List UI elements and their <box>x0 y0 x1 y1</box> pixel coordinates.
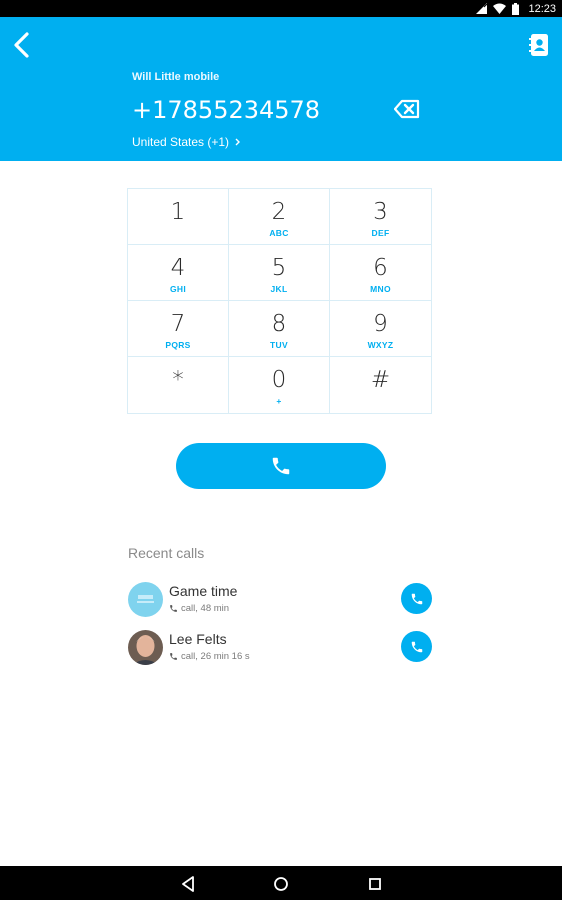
call-button[interactable] <box>176 443 386 489</box>
key-digit: 1 <box>170 199 186 225</box>
signal-icon <box>476 3 488 14</box>
key-digit: # <box>370 367 391 393</box>
recent-calls-title: Recent calls <box>128 545 205 561</box>
key-8[interactable]: 8 TUV <box>229 301 330 357</box>
phone-number-input[interactable] <box>132 93 382 127</box>
avatar <box>128 630 163 665</box>
key-5[interactable]: 5 JKL <box>229 245 330 301</box>
key-letters: DEF <box>371 228 390 238</box>
dial-keypad: 1 2 ABC 3 DEF 4 GHI 5 JKL 6 MNO 7 PQRS 8… <box>127 188 432 414</box>
key-digit: 9 <box>373 311 388 337</box>
back-icon[interactable] <box>10 31 34 59</box>
key-hash[interactable]: # <box>330 357 431 413</box>
key-digit: 4 <box>170 255 186 281</box>
phone-icon <box>411 641 422 652</box>
call-type-icon <box>170 653 177 660</box>
key-digit: 2 <box>271 199 287 225</box>
country-label: United States (+1) <box>132 135 230 149</box>
key-digit: 6 <box>373 255 388 281</box>
list-item[interactable]: Lee Felts call, 26 min 16 s <box>128 630 432 666</box>
phone-icon <box>272 457 290 475</box>
person-avatar-icon <box>128 630 163 665</box>
battery-icon <box>512 2 520 15</box>
key-4[interactable]: 4 GHI <box>128 245 229 301</box>
key-letters: TUV <box>270 340 288 350</box>
key-digit: 5 <box>271 255 287 281</box>
contact-name: Lee Felts <box>169 631 227 647</box>
key-0[interactable]: 0 + <box>229 357 330 413</box>
wifi-icon <box>493 3 507 14</box>
key-letters: ABC <box>269 228 289 238</box>
dialer-header: Will Little mobile United States (+1) <box>0 17 562 161</box>
call-type-icon <box>170 605 177 612</box>
list-item[interactable]: Game time call, 48 min <box>128 582 432 618</box>
key-digit: 8 <box>271 311 287 337</box>
key-letters: MNO <box>370 284 391 294</box>
status-bar: 12:23 <box>0 0 562 17</box>
key-letters: WXYZ <box>367 340 394 350</box>
recents-icon[interactable] <box>366 875 384 893</box>
status-icons: 12:23 <box>476 0 556 17</box>
contacts-icon[interactable] <box>528 33 550 57</box>
key-7[interactable]: 7 PQRS <box>128 301 229 357</box>
key-3[interactable]: 3 DEF <box>330 189 431 245</box>
key-letters: + <box>276 396 282 406</box>
phone-icon <box>411 593 422 604</box>
contact-name: Will Little mobile <box>132 71 220 83</box>
call-duration: call, 26 min 16 s <box>181 651 250 662</box>
key-digit: 3 <box>373 199 388 225</box>
key-letters: JKL <box>270 284 288 294</box>
home-icon[interactable] <box>272 875 290 893</box>
key-1[interactable]: 1 <box>128 189 229 245</box>
backspace-icon[interactable] <box>394 99 420 119</box>
call-back-button[interactable] <box>401 583 432 614</box>
key-digit: * <box>172 367 184 393</box>
contact-name: Game time <box>169 583 238 599</box>
key-letters: GHI <box>169 284 186 294</box>
avatar <box>128 582 163 617</box>
group-avatar-icon <box>137 595 154 603</box>
key-9[interactable]: 9 WXYZ <box>330 301 431 357</box>
key-letters: PQRS <box>165 340 191 350</box>
key-6[interactable]: 6 MNO <box>330 245 431 301</box>
key-digit: 0 <box>271 367 287 393</box>
call-meta: call, 48 min <box>169 603 229 614</box>
status-time: 12:23 <box>528 2 556 15</box>
nav-back-icon[interactable] <box>179 875 197 893</box>
call-meta: call, 26 min 16 s <box>169 651 250 662</box>
key-2[interactable]: 2 ABC <box>229 189 330 245</box>
call-back-button[interactable] <box>401 631 432 662</box>
key-star[interactable]: * <box>128 357 229 413</box>
navigation-bar <box>0 866 562 900</box>
call-duration: call, 48 min <box>181 603 230 614</box>
country-selector[interactable]: United States (+1) <box>132 135 241 149</box>
key-digit: 7 <box>170 311 186 337</box>
chevron-right-icon <box>235 138 241 146</box>
